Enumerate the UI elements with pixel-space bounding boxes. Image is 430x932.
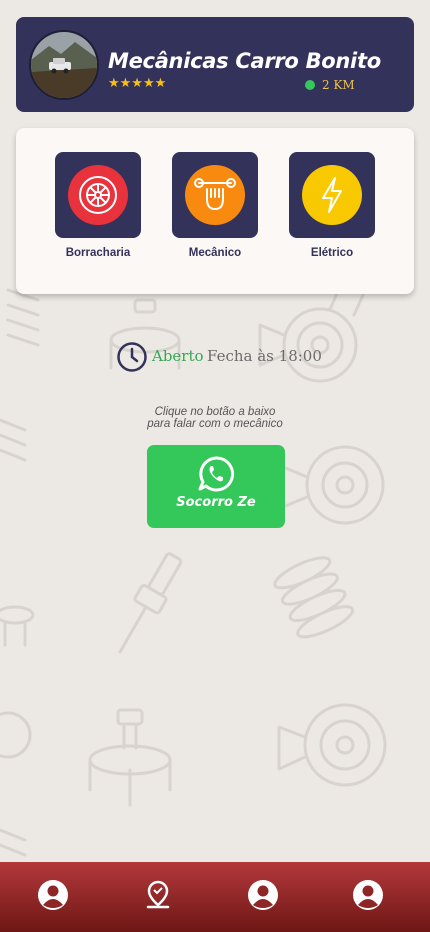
distance-label: 2 KM [322, 78, 355, 92]
category-borracharia[interactable]: Borracharia [55, 152, 141, 259]
category-tile [289, 152, 375, 238]
shop-header-card: Mecânicas Carro Bonito ★★★★★ 2 KM [16, 17, 414, 112]
user-icon [353, 880, 383, 910]
car-photo-icon [31, 32, 97, 98]
category-eletrico[interactable]: Elétrico [289, 152, 375, 259]
clock-icon [117, 342, 147, 372]
category-label: Borracharia [65, 247, 131, 259]
user-icon [38, 880, 68, 910]
tire-icon [68, 165, 128, 225]
whatsapp-button-label: Socorro Ze [176, 495, 256, 510]
bottom-navigation [0, 862, 430, 932]
category-tile [55, 152, 141, 238]
lightning-icon [302, 165, 362, 225]
nav-item-profile-3[interactable] [352, 879, 384, 911]
category-tile [172, 152, 258, 238]
closing-time: Fecha às 18:00 [207, 347, 322, 365]
category-label: Elétrico [310, 247, 354, 259]
user-icon [248, 880, 278, 910]
location-pin-icon [146, 880, 170, 909]
open-status: Aberto [152, 347, 204, 365]
shop-avatar [29, 30, 99, 100]
hint-line-2: para falar com o mecânico [147, 418, 283, 430]
category-mecanico[interactable]: Mecânico [172, 152, 258, 259]
whatsapp-contact-button[interactable]: Socorro Ze [147, 445, 285, 528]
nav-item-location[interactable] [142, 879, 174, 911]
service-categories-card: Borracharia Mecânico Elétrico [16, 128, 414, 294]
category-label: Mecânico [188, 247, 242, 259]
wrench-fist-icon [185, 165, 245, 225]
shop-name: Mecânicas Carro Bonito [108, 49, 381, 73]
contact-hint: Clique no botão a baixo para falar com o… [0, 406, 430, 430]
hint-line-1: Clique no botão a baixo [154, 406, 276, 418]
nav-item-profile-1[interactable] [37, 879, 69, 911]
rating-stars: ★★★★★ [108, 76, 167, 91]
nav-item-profile-2[interactable] [247, 879, 279, 911]
whatsapp-icon [198, 456, 235, 492]
online-status-dot [305, 80, 315, 90]
